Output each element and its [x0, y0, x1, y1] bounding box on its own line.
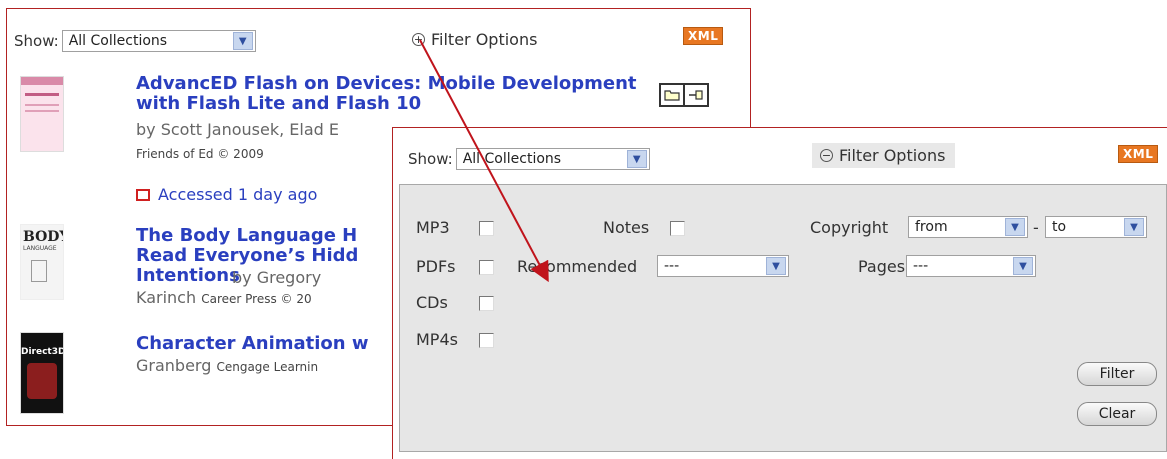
book-title-link[interactable]: Character Animation w: [136, 334, 396, 354]
book-cover-thumbnail[interactable]: [20, 76, 64, 152]
filter-button[interactable]: Filter: [1077, 362, 1157, 386]
cds-label: CDs: [416, 293, 448, 312]
mp3-checkbox[interactable]: [479, 221, 494, 236]
recommended-label: Recommended: [517, 257, 638, 276]
show-row-back: Show: All Collections ▼: [14, 30, 256, 52]
clear-button[interactable]: Clear: [1077, 402, 1157, 426]
collection-select-value: All Collections: [462, 151, 562, 167]
filter-options-label: Filter Options: [431, 30, 538, 49]
chevron-down-icon[interactable]: ▼: [626, 150, 647, 168]
pdfs-checkbox[interactable]: [479, 260, 494, 275]
copyright-from-select[interactable]: from ▼: [908, 216, 1028, 238]
expand-plus-icon[interactable]: +: [412, 33, 425, 46]
filter-options-toggle-back[interactable]: + Filter Options: [412, 30, 537, 49]
pages-label: Pages: [858, 257, 906, 276]
accessed-status: Accessed 1 day ago: [136, 185, 317, 204]
book-publisher: Friends of Ed © 2009: [136, 143, 264, 164]
bookmark-pin-icon[interactable]: [683, 83, 709, 107]
collection-select[interactable]: All Collections ▼: [61, 30, 256, 52]
mp4s-label: MP4s: [416, 330, 458, 349]
chevron-down-icon[interactable]: ▼: [1005, 218, 1025, 236]
range-dash: -: [1033, 218, 1039, 237]
book-title-link[interactable]: AdvancED Flash on Devices: Mobile Develo…: [136, 74, 656, 114]
collection-select[interactable]: All Collections ▼: [455, 148, 650, 170]
xml-feed-button[interactable]: XML: [683, 27, 724, 45]
notes-checkbox[interactable]: [670, 221, 685, 236]
accessed-text: Accessed 1 day ago: [158, 185, 318, 204]
book-author-name: Granberg: [136, 356, 212, 375]
pdfs-label: PDFs: [416, 257, 456, 276]
show-row-front: Show: All Collections ▼: [408, 148, 650, 170]
book-author: by Gregory: [232, 268, 322, 287]
cds-checkbox[interactable]: [479, 296, 494, 311]
pages-select-value: ---: [913, 258, 929, 274]
book-author-cont: Karinch Career Press © 20: [136, 288, 312, 309]
book-author: by Scott Janousek, Elad E: [136, 120, 340, 139]
filter-options-toggle-front[interactable]: − Filter Options: [812, 143, 956, 168]
book-cover-thumbnail[interactable]: Direct3D: [20, 332, 64, 414]
notes-label: Notes: [603, 218, 650, 237]
chevron-down-icon[interactable]: ▼: [766, 257, 786, 275]
filter-options-label: Filter Options: [839, 146, 946, 165]
collapse-minus-icon[interactable]: −: [820, 149, 833, 162]
show-label: Show:: [14, 32, 59, 50]
recommended-select[interactable]: --- ▼: [657, 255, 789, 277]
recommended-select-value: ---: [664, 258, 680, 274]
book-publisher: Career Press © 20: [201, 292, 312, 306]
folder-icon[interactable]: [659, 83, 685, 107]
chevron-down-icon[interactable]: ▼: [232, 32, 253, 50]
book-publisher: Cengage Learnin: [216, 360, 319, 374]
chevron-down-icon[interactable]: ▼: [1013, 257, 1033, 275]
copyright-label: Copyright: [810, 218, 889, 237]
copyright-to-value: to: [1052, 219, 1067, 235]
mp3-label: MP3: [416, 218, 450, 237]
book-cover-thumbnail[interactable]: BODY LANGUAGE: [20, 224, 64, 300]
copyright-to-select[interactable]: to ▼: [1045, 216, 1147, 238]
xml-feed-button[interactable]: XML: [1118, 145, 1159, 163]
pages-select[interactable]: --- ▼: [906, 255, 1036, 277]
book-author: Granberg Cengage Learnin: [136, 356, 318, 377]
show-label: Show:: [408, 150, 453, 168]
book-author-line2: Karinch: [136, 288, 197, 307]
chevron-down-icon[interactable]: ▼: [1124, 218, 1144, 236]
collection-select-value: All Collections: [68, 33, 168, 49]
copyright-from-value: from: [915, 219, 948, 235]
book-publisher-text: Friends of Ed © 2009: [136, 147, 264, 161]
mp4s-checkbox[interactable]: [479, 333, 494, 348]
reader-icon: [136, 188, 150, 201]
